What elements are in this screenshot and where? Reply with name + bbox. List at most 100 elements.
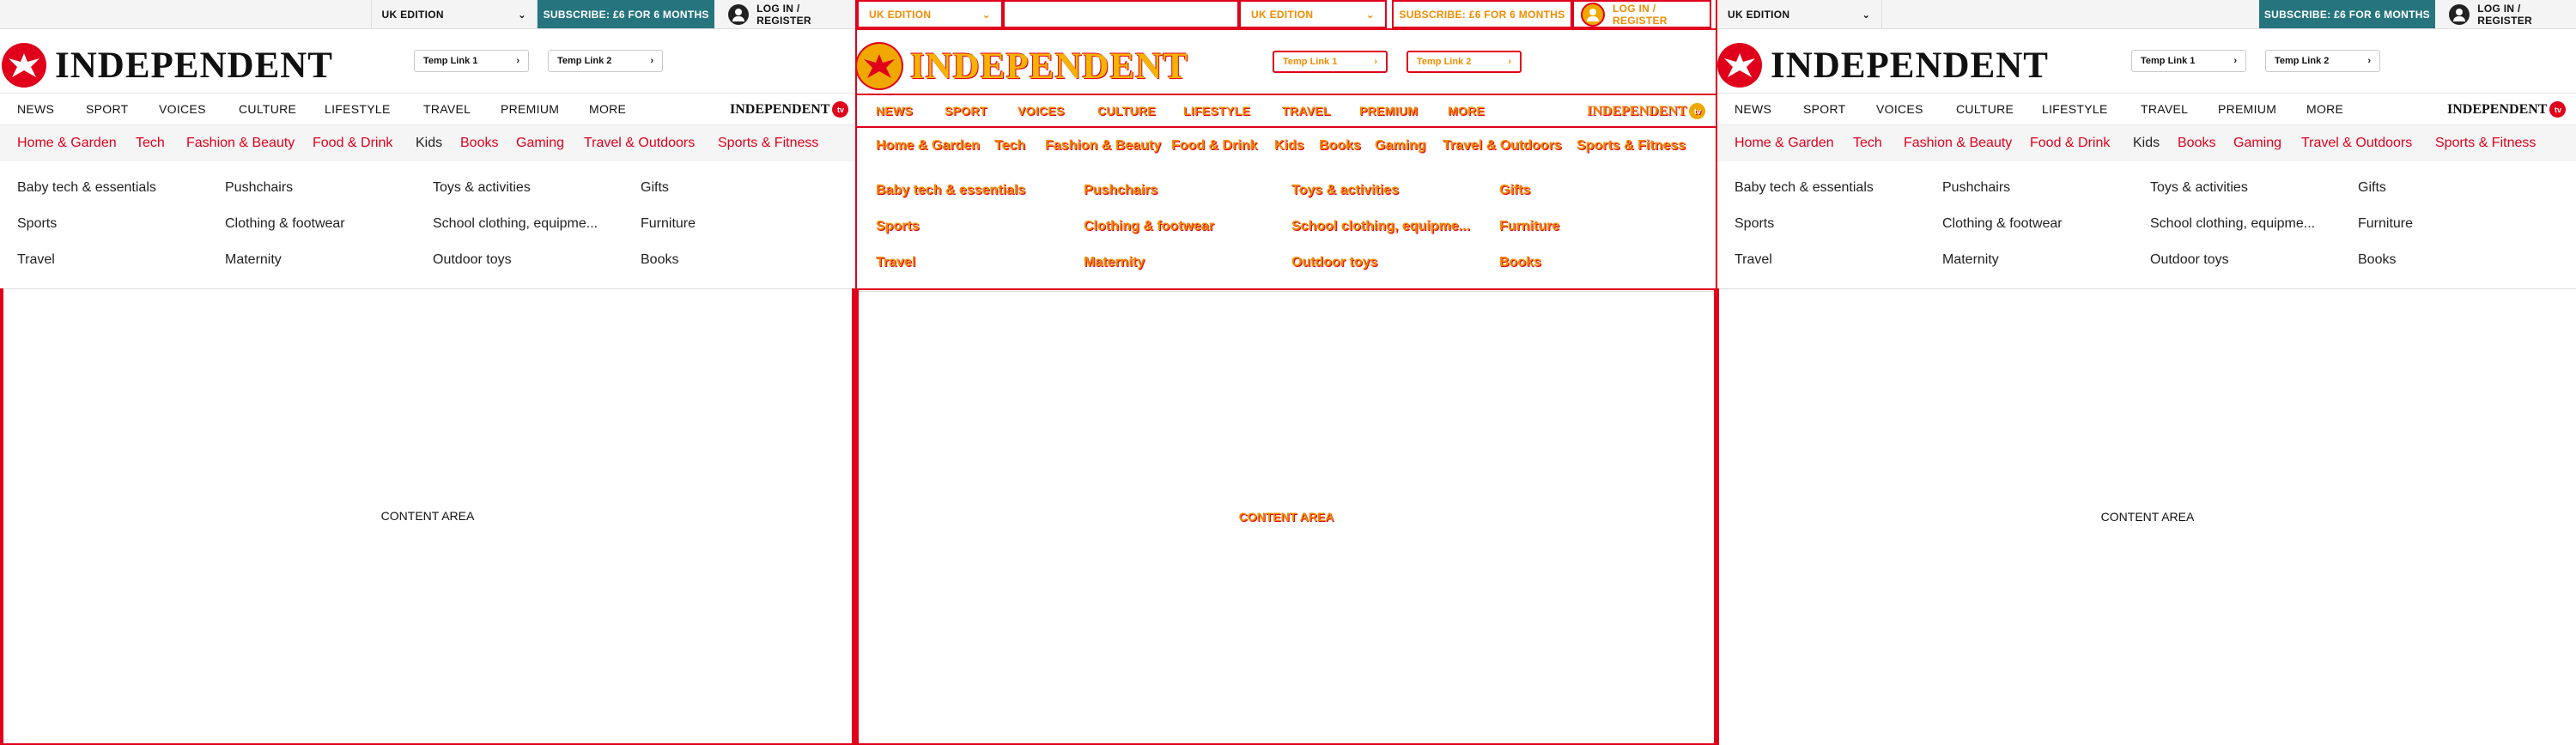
temp-link-2[interactable]: Temp Link 2 › (1406, 51, 1522, 73)
category-home-garden[interactable]: Home & Garden (17, 136, 117, 151)
subcategory-link[interactable]: Furniture (2358, 216, 2413, 232)
category-fashion-beauty[interactable]: Fashion & Beauty (1904, 136, 2012, 151)
subcategory-link[interactable]: Clothing & footwear (1084, 219, 1214, 234)
category-books[interactable]: Books (1319, 138, 1361, 154)
subscribe-button[interactable]: SUBSCRIBE: £6 FOR 6 MONTHS (538, 0, 715, 28)
nav-item-sport[interactable]: SPORT (86, 102, 128, 116)
independent-tv-link[interactable]: INDEPENDENT tv (1587, 103, 1706, 119)
category-kids[interactable]: Kids (416, 136, 442, 151)
subcategory-link[interactable]: Travel (876, 255, 915, 270)
subcategory-link[interactable]: Travel (17, 252, 55, 268)
subcategory-link[interactable]: Travel (1735, 252, 1772, 268)
category-travel-outdoors[interactable]: Travel & Outdoors (2301, 136, 2412, 151)
subcategory-link[interactable]: Clothing & footwear (225, 216, 345, 232)
category-sports-fitness[interactable]: Sports & Fitness (718, 136, 818, 151)
category-tech[interactable]: Tech (136, 136, 165, 151)
subcategory-link[interactable]: Clothing & footwear (1942, 216, 2063, 232)
category-kids[interactable]: Kids (1274, 138, 1304, 154)
edition-selector[interactable]: UK EDITION ⌄ (1717, 0, 1882, 28)
subcategory-link[interactable]: Baby tech & essentials (17, 180, 156, 196)
category-tech[interactable]: Tech (994, 138, 1025, 154)
category-gaming[interactable]: Gaming (2233, 136, 2281, 151)
category-home-garden[interactable]: Home & Garden (1735, 136, 1834, 151)
nav-item-premium[interactable]: PREMIUM (1359, 104, 1418, 118)
subcategory-link[interactable]: Maternity (1084, 255, 1145, 270)
subcategory-link[interactable]: School clothing, equipme... (2150, 216, 2315, 232)
temp-link-1[interactable]: Temp Link 1 › (2131, 50, 2246, 72)
subcategory-link[interactable]: Outdoor toys (2150, 252, 2229, 268)
subcategory-link[interactable]: Sports (17, 216, 57, 232)
subcategory-link[interactable]: Gifts (2358, 180, 2386, 196)
independent-logo[interactable]: INDEPENDENT (1717, 43, 2049, 88)
subcategory-link[interactable]: Maternity (1942, 252, 1999, 268)
subcategory-link[interactable]: Maternity (225, 252, 282, 268)
category-home-garden[interactable]: Home & Garden (876, 138, 980, 154)
category-gaming[interactable]: Gaming (1375, 138, 1426, 154)
category-sports-fitness[interactable]: Sports & Fitness (2435, 136, 2536, 151)
nav-item-more[interactable]: MORE (2306, 102, 2343, 116)
subcategory-link[interactable]: Toys & activities (1291, 183, 1399, 198)
subcategory-link[interactable]: Gifts (1499, 183, 1530, 198)
subcategory-link[interactable]: Sports (1735, 216, 1774, 232)
temp-link-2[interactable]: Temp Link 2 › (2265, 50, 2380, 72)
temp-link-1[interactable]: Temp Link 1 › (414, 50, 529, 72)
subcategory-link[interactable]: Toys & activities (2150, 180, 2248, 196)
subcategory-link[interactable]: Pushchairs (1084, 183, 1157, 198)
nav-item-premium[interactable]: PREMIUM (2218, 102, 2276, 116)
category-travel-outdoors[interactable]: Travel & Outdoors (1443, 138, 1562, 154)
category-books[interactable]: Books (460, 136, 498, 151)
subcategory-link[interactable]: Books (641, 252, 678, 268)
subcategory-link[interactable]: Baby tech & essentials (876, 183, 1025, 198)
subcategory-link[interactable]: Gifts (641, 180, 669, 196)
subscribe-button[interactable]: SUBSCRIBE: £6 FOR 6 MONTHS (1392, 0, 1572, 28)
nav-item-more[interactable]: MORE (1448, 104, 1485, 118)
login-register-link[interactable]: LOG IN / REGISTER (714, 0, 855, 28)
category-kids[interactable]: Kids (2133, 136, 2160, 151)
independent-tv-link[interactable]: INDEPENDENT tv (2447, 101, 2567, 118)
nav-item-lifestyle[interactable]: LIFESTYLE (1183, 104, 1250, 118)
edition-selector[interactable]: UK EDITION ⌄ (370, 0, 538, 28)
subcategory-link[interactable]: Furniture (1499, 219, 1559, 234)
nav-item-news[interactable]: NEWS (876, 104, 913, 118)
nav-item-voices[interactable]: VOICES (1018, 104, 1065, 118)
subcategory-link[interactable]: Furniture (641, 216, 696, 232)
subcategory-link[interactable]: Books (1499, 255, 1541, 270)
category-gaming[interactable]: Gaming (516, 136, 564, 151)
independent-logo[interactable]: INDEPENDENT (2, 43, 333, 88)
category-food-drink[interactable]: Food & Drink (313, 136, 392, 151)
subcategory-link[interactable]: Pushchairs (225, 180, 293, 196)
nav-item-premium[interactable]: PREMIUM (501, 102, 559, 116)
independent-logo[interactable]: INDEPENDENT (857, 44, 1188, 88)
nav-item-travel[interactable]: TRAVEL (1282, 104, 1331, 118)
category-food-drink[interactable]: Food & Drink (2030, 136, 2110, 151)
temp-link-1[interactable]: Temp Link 1 › (1273, 51, 1388, 73)
category-tech[interactable]: Tech (1853, 136, 1882, 151)
nav-item-lifestyle[interactable]: LIFESTYLE (325, 102, 391, 116)
nav-item-more[interactable]: MORE (589, 102, 626, 116)
subcategory-link[interactable]: School clothing, equipme... (1291, 219, 1470, 234)
temp-link-2[interactable]: Temp Link 2 › (548, 50, 663, 72)
category-food-drink[interactable]: Food & Drink (1171, 138, 1257, 154)
subcategory-link[interactable]: Sports (876, 219, 920, 234)
subcategory-link[interactable]: School clothing, equipme... (433, 216, 598, 232)
nav-item-news[interactable]: NEWS (1735, 102, 1771, 116)
category-fashion-beauty[interactable]: Fashion & Beauty (186, 136, 295, 151)
subscribe-button[interactable]: SUBSCRIBE: £6 FOR 6 MONTHS (2258, 0, 2436, 28)
category-books[interactable]: Books (2178, 136, 2215, 151)
category-travel-outdoors[interactable]: Travel & Outdoors (584, 136, 695, 151)
nav-item-culture[interactable]: CULTURE (1097, 104, 1156, 118)
nav-item-culture[interactable]: CULTURE (1956, 102, 2014, 116)
nav-item-voices[interactable]: VOICES (1876, 102, 1923, 116)
subcategory-link[interactable]: Baby tech & essentials (1735, 180, 1874, 196)
subcategory-link[interactable]: Outdoor toys (1291, 255, 1377, 270)
nav-item-travel[interactable]: TRAVEL (2141, 102, 2188, 116)
category-sports-fitness[interactable]: Sports & Fitness (1577, 138, 1686, 154)
edition-selector[interactable]: UK EDITION ⌄ (1239, 0, 1387, 28)
nav-item-voices[interactable]: VOICES (159, 102, 206, 116)
nav-item-sport[interactable]: SPORT (945, 104, 987, 118)
edition-selector[interactable]: UK EDITION ⌄ (857, 0, 1003, 28)
login-register-link[interactable]: LOG IN / REGISTER (2435, 0, 2576, 28)
category-fashion-beauty[interactable]: Fashion & Beauty (1045, 138, 1161, 154)
independent-tv-link[interactable]: INDEPENDENT tv (730, 101, 849, 118)
nav-item-sport[interactable]: SPORT (1803, 102, 1845, 116)
